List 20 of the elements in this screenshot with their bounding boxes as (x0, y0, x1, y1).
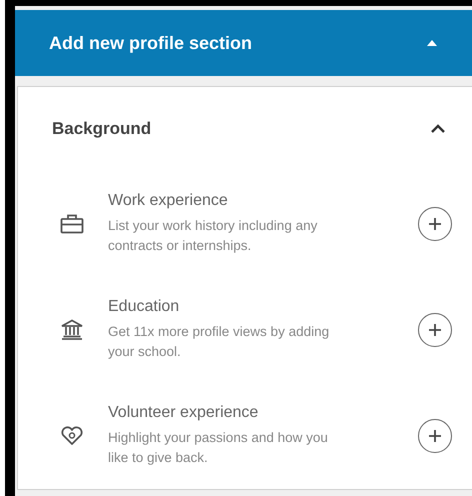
chevron-icon[interactable] (430, 124, 446, 134)
add-button[interactable] (418, 419, 452, 453)
caret-icon[interactable] (426, 39, 438, 47)
section-header[interactable]: Add new profile section (15, 10, 472, 76)
header-title: Add new profile section (49, 32, 252, 54)
section-title: Background (52, 119, 152, 139)
briefcase-icon (60, 214, 84, 234)
item-description: Highlight your passions and how you like to give back. (108, 429, 329, 467)
item-title: Education (108, 298, 180, 316)
item-title: Volunteer experience (108, 404, 260, 422)
building-icon (60, 319, 84, 341)
item-title: Work experience (108, 192, 229, 210)
plus-icon (428, 323, 442, 337)
heart-icon (60, 426, 84, 446)
add-button[interactable] (418, 207, 452, 241)
plus-icon (428, 429, 442, 443)
item-description: Get 11x more profile views by adding your school. (108, 323, 330, 361)
item-description: List your work history including any contracts or internships. (108, 217, 318, 255)
plus-icon (428, 217, 442, 231)
add-button[interactable] (418, 313, 452, 347)
